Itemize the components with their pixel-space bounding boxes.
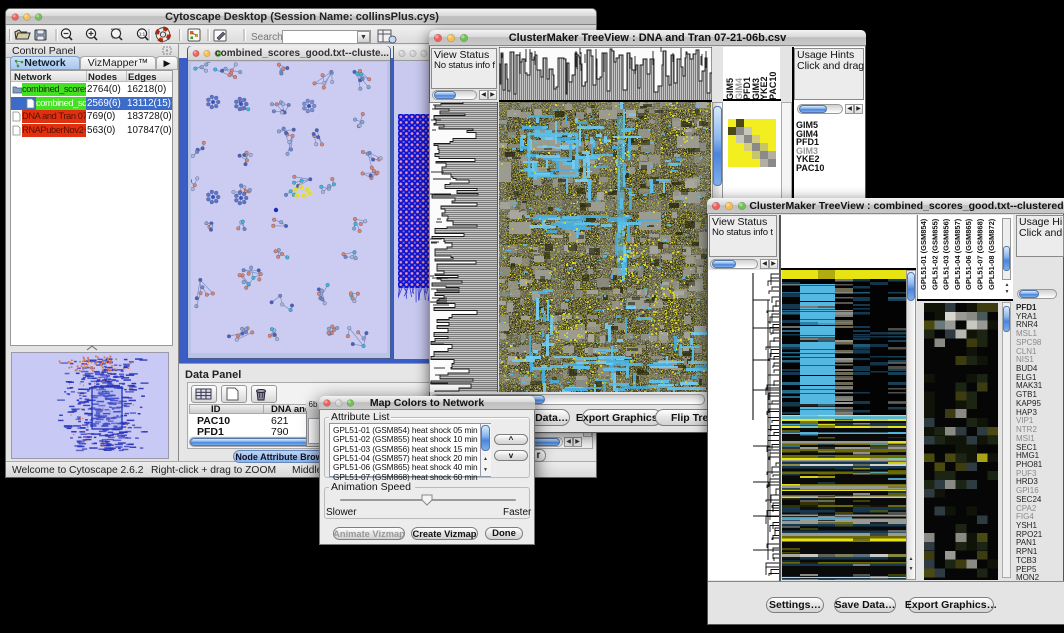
svg-text:GPL51-04 (GSM857): GPL51-04 (GSM857) [953,218,962,290]
svg-text:GPL51-03 (GSM856): GPL51-03 (GSM856) [942,218,951,290]
svg-text:GPL51-08 (GSM872): GPL51-08 (GSM872) [987,218,996,290]
svg-text:GPL51-02 (GSM855): GPL51-02 (GSM855) [930,218,939,290]
svg-text:GPL51-07 (GSM868): GPL51-07 (GSM868) [976,218,985,290]
svg-text:GPL51-01 (GSM854): GPL51-01 (GSM854) [919,218,928,290]
svg-text:GPL51-06 (GSM865): GPL51-06 (GSM865) [964,218,973,290]
svg-text:1:1: 1:1 [139,32,146,37]
